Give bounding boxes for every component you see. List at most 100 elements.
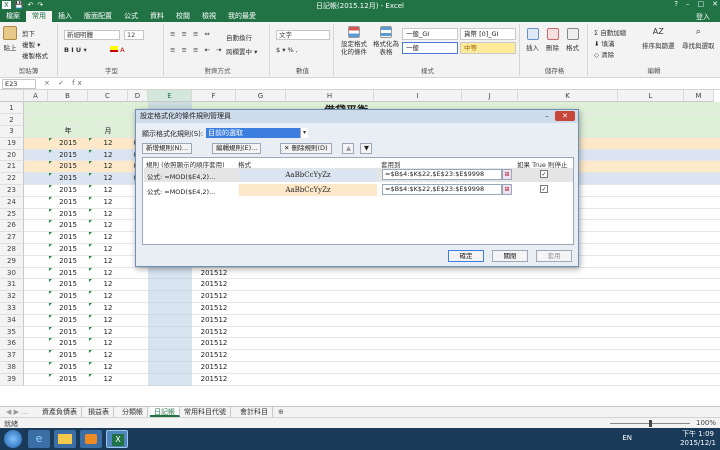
- apply-button[interactable]: 套用: [536, 250, 572, 262]
- stop-if-true-checkbox[interactable]: ✓: [540, 170, 548, 178]
- grid-row-35[interactable]: [24, 327, 720, 339]
- sheet-tab[interactable]: 分類帳: [118, 407, 148, 417]
- format-painter-button[interactable]: 複製格式: [22, 50, 48, 60]
- month-cell[interactable]: 12: [88, 279, 128, 291]
- sheet-tab[interactable]: 會計科目: [236, 407, 273, 417]
- row-header-32[interactable]: 32: [0, 291, 24, 303]
- row-header-29[interactable]: 29: [0, 255, 24, 268]
- font-name-combo[interactable]: 新細明體: [64, 30, 120, 40]
- period-cell[interactable]: 201512: [192, 303, 236, 315]
- row-header-26[interactable]: 26: [0, 220, 24, 233]
- row-header-33[interactable]: 33: [0, 303, 24, 315]
- period-cell[interactable]: 201512: [192, 327, 236, 339]
- edit-rule-button[interactable]: 編輯規則(E)...: [212, 143, 262, 154]
- ie-icon[interactable]: e: [28, 430, 50, 448]
- wrap-text-button[interactable]: 自動換行: [226, 32, 252, 42]
- month-cell[interactable]: 12: [88, 362, 128, 374]
- year-cell[interactable]: 2015: [48, 138, 88, 150]
- sheet-tab[interactable]: 損益表: [84, 407, 114, 417]
- row-header-20[interactable]: 20: [0, 149, 24, 162]
- period-cell[interactable]: 201512: [192, 279, 236, 291]
- format-as-table-button[interactable]: 格式化為表格: [372, 26, 400, 56]
- bold-italic-underline-buttons[interactable]: B I U ▾: [64, 46, 87, 54]
- dialog-minimize-icon[interactable]: –: [540, 111, 554, 121]
- grid-row-31[interactable]: [24, 279, 720, 292]
- sheet-tab[interactable]: 資產負債表: [38, 407, 82, 417]
- year-cell[interactable]: 2015: [48, 161, 88, 173]
- align-icons[interactable]: ≡ ≡ ≡ ⇔: [170, 30, 212, 38]
- column-header-d[interactable]: D: [128, 90, 148, 102]
- column-header-c[interactable]: C: [88, 90, 128, 102]
- year-cell[interactable]: 2015: [48, 327, 88, 339]
- year-cell[interactable]: 2015: [48, 150, 88, 162]
- row-header-22[interactable]: 22: [0, 173, 24, 185]
- tab-page-layout[interactable]: 版面配置: [78, 11, 118, 22]
- year-cell[interactable]: 2015: [48, 338, 88, 350]
- login-link[interactable]: 登入: [696, 12, 710, 22]
- grid-row-37[interactable]: [24, 350, 720, 362]
- year-cell[interactable]: 2015: [48, 362, 88, 374]
- month-cell[interactable]: 12: [88, 327, 128, 339]
- year-cell[interactable]: 2015: [48, 374, 88, 386]
- align-bottom-icons[interactable]: ≡ ≡ ≡ ⇤ ⇥: [170, 46, 224, 54]
- number-symbol-buttons[interactable]: $ ▾ % ,: [276, 46, 298, 54]
- year-cell[interactable]: 2015: [48, 291, 88, 303]
- conditional-formatting-button[interactable]: 設定格式化的條件: [338, 26, 370, 56]
- month-cell[interactable]: 12: [88, 185, 128, 197]
- year-cell[interactable]: 2015: [48, 256, 88, 268]
- row-header-37[interactable]: 37: [0, 350, 24, 362]
- row-header-31[interactable]: 31: [0, 279, 24, 292]
- month-cell[interactable]: 12: [88, 315, 128, 327]
- column-header-a[interactable]: A: [24, 90, 48, 102]
- new-rule-button[interactable]: 新增規則(N)...: [142, 143, 193, 154]
- column-header-k[interactable]: K: [518, 90, 618, 102]
- header-month[interactable]: 月: [88, 126, 128, 138]
- grid-row-33[interactable]: [24, 303, 720, 315]
- font-size-combo[interactable]: 12: [124, 30, 144, 40]
- move-up-button[interactable]: ▲: [342, 143, 354, 154]
- tab-home[interactable]: 常用: [26, 11, 52, 22]
- select-all-corner[interactable]: [0, 90, 24, 102]
- find-select-button[interactable]: ⌕ 尋找與選取: [682, 26, 715, 50]
- style-neutral[interactable]: 中等: [460, 42, 516, 54]
- row-header-24[interactable]: 24: [0, 196, 24, 209]
- month-cell[interactable]: 12: [88, 350, 128, 362]
- year-cell[interactable]: 2015: [48, 350, 88, 362]
- add-sheet-icon[interactable]: ⊕: [274, 407, 288, 417]
- rule-row[interactable]: 公式: =MOD($E4,2)... AaBbCcYyZz =$B$4:$K$22,…: [144, 168, 573, 182]
- period-cell[interactable]: 201512: [192, 338, 236, 350]
- month-cell[interactable]: 12: [88, 232, 128, 244]
- row-header-28[interactable]: 28: [0, 244, 24, 256]
- start-button-icon[interactable]: [4, 430, 22, 448]
- month-cell[interactable]: 12: [88, 220, 128, 232]
- row-header-23[interactable]: 23: [0, 185, 24, 197]
- close-icon[interactable]: ✕: [712, 0, 718, 8]
- period-cell[interactable]: 201512: [192, 268, 236, 280]
- copy-button[interactable]: 複製 ▾: [22, 39, 40, 49]
- period-cell[interactable]: 201512: [192, 350, 236, 362]
- sheet-tab[interactable]: 日記帳: [150, 407, 180, 417]
- row-header-21[interactable]: 21: [0, 161, 24, 174]
- column-header-m[interactable]: M: [684, 90, 714, 102]
- month-cell[interactable]: 12: [88, 244, 128, 256]
- month-cell[interactable]: 12: [88, 256, 128, 268]
- row-header-3[interactable]: 3: [0, 126, 24, 138]
- month-cell[interactable]: 12: [88, 138, 128, 150]
- row-header-39[interactable]: 39: [0, 373, 24, 386]
- show-rules-select[interactable]: 目前的選取 ▾: [206, 128, 308, 138]
- row-header-30[interactable]: 30: [0, 267, 24, 280]
- style-normal-gi[interactable]: 一般_GI: [402, 28, 458, 40]
- format-cells-button[interactable]: 格式: [566, 28, 579, 52]
- rule-format-preview[interactable]: AaBbCcYyZz: [239, 184, 377, 196]
- ok-button[interactable]: 確定: [448, 250, 484, 262]
- rule-format-preview[interactable]: AaBbCcYyZz: [239, 169, 377, 181]
- media-player-icon[interactable]: [80, 430, 102, 448]
- year-cell[interactable]: 2015: [48, 279, 88, 291]
- range-picker-icon[interactable]: ⊞: [502, 169, 512, 180]
- month-cell[interactable]: 12: [88, 150, 128, 162]
- year-cell[interactable]: 2015: [48, 197, 88, 209]
- grid-row-39[interactable]: [24, 374, 720, 386]
- excel-taskbar-icon[interactable]: X: [106, 430, 128, 448]
- move-down-button[interactable]: ▼: [360, 143, 372, 154]
- clock[interactable]: 下午 1:09 2015/12/1: [680, 430, 716, 448]
